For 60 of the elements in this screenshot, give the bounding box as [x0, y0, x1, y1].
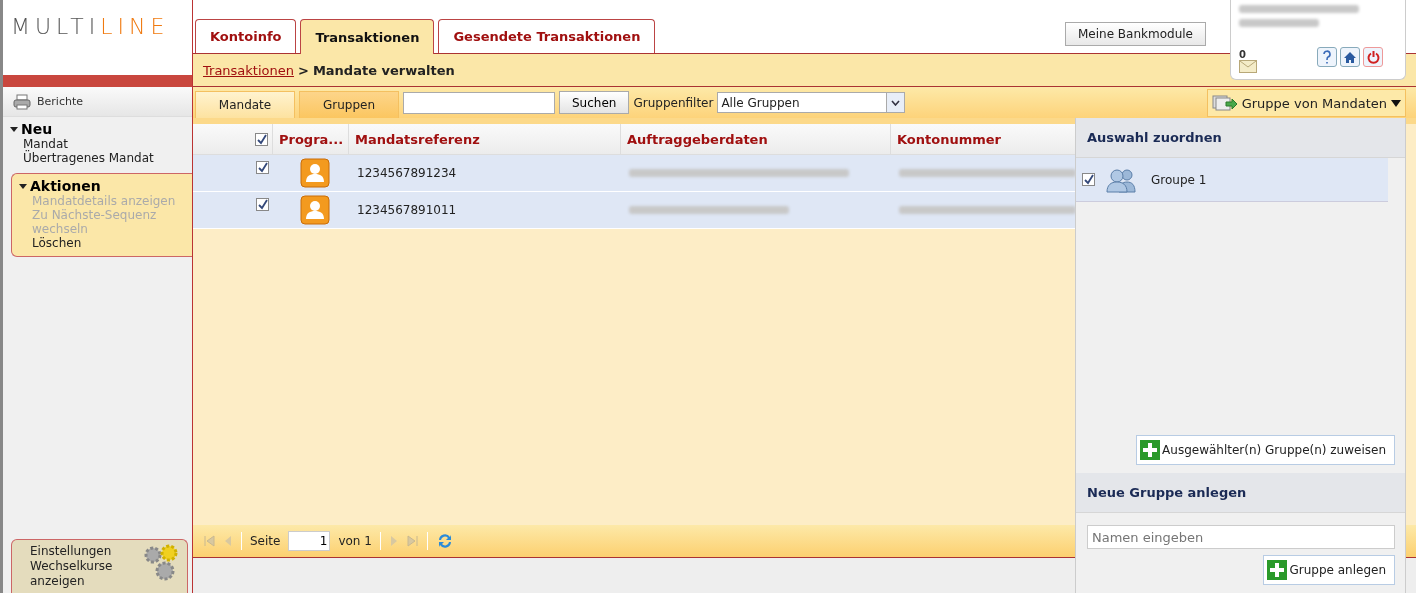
sub-tab[interactable]: Gruppen	[299, 91, 399, 118]
column-header[interactable]: Mandatsreferenz	[349, 124, 621, 155]
column-header[interactable]: Kontonummer	[891, 124, 1076, 155]
plus-icon	[1140, 440, 1161, 460]
page-field[interactable]: 1	[288, 531, 331, 551]
breadcrumb-current: Mandate verwalten	[312, 62, 455, 78]
caret-icon	[891, 99, 901, 106]
column-header[interactable]: Progra...	[273, 124, 349, 155]
bank-modules-button[interactable]: Meine Bankmodule	[1065, 22, 1206, 46]
section-title[interactable]: Aktionen	[18, 178, 186, 194]
page-count: von 1	[338, 534, 372, 548]
logout-button[interactable]	[1363, 47, 1383, 67]
plus-icon	[1267, 560, 1288, 580]
page-label: Seite	[250, 534, 281, 548]
panel-heading: Auswahl zuordnen	[1076, 118, 1405, 158]
group-menu-button[interactable]: Gruppe von Mandaten	[1206, 89, 1406, 117]
help-button[interactable]	[1317, 47, 1337, 67]
settings-link[interactable]: Wechselkurse anzeigen	[30, 559, 130, 589]
person-icon	[300, 195, 330, 225]
person-icon	[300, 158, 330, 188]
tab[interactable]: Gesendete Transaktionen	[438, 19, 656, 53]
tab[interactable]: Transaktionen	[300, 19, 435, 54]
section-title[interactable]: Neu	[9, 121, 186, 137]
create-group-button[interactable]: Gruppe anlegen	[1263, 555, 1395, 585]
caret-icon	[18, 182, 28, 190]
caret-icon	[9, 125, 19, 133]
search-field[interactable]	[403, 92, 555, 114]
filter-label: Gruppenfilter	[633, 96, 714, 110]
logo-text: MULTI LINE	[11, 14, 170, 41]
settings-link[interactable]: Einstellungen	[30, 544, 130, 559]
sidebar-item[interactable]: Löschen	[18, 236, 186, 250]
group-filter-select[interactable]: Alle Gruppen	[717, 92, 906, 113]
reports-link[interactable]: Berichte	[3, 87, 192, 117]
caret-icon	[1391, 99, 1401, 107]
panel-heading: Neue Gruppe anlegen	[1076, 473, 1405, 513]
home-button[interactable]	[1340, 47, 1360, 67]
group-name-field[interactable]: Namen eingeben	[1087, 525, 1395, 549]
sidebar-item[interactable]: Mandat	[9, 137, 179, 151]
sub-tab[interactable]: Mandate	[195, 91, 295, 118]
message-count: 0	[1239, 49, 1246, 60]
home-icon	[1344, 51, 1356, 63]
breadcrumb-separator: >	[298, 62, 309, 78]
group-item[interactable]: Groupe 1	[1076, 158, 1388, 202]
table-cell: 1234567891011	[357, 203, 457, 217]
search-button[interactable]: Suchen	[559, 91, 630, 114]
people-icon	[1105, 166, 1139, 193]
assign-groups-button[interactable]: Ausgewählter(n) Gruppe(n) zuweisen	[1136, 435, 1395, 465]
checkbox[interactable]	[255, 132, 268, 146]
tab[interactable]: Kontoinfo	[195, 19, 297, 53]
question-icon	[1322, 50, 1332, 64]
checkbox[interactable]	[256, 198, 269, 211]
cards-arrow-icon	[1211, 94, 1238, 112]
checkbox[interactable]	[1082, 173, 1095, 186]
printer-icon	[13, 93, 31, 110]
breadcrumb-link[interactable]: Transaktionen	[203, 62, 294, 78]
table-cell: 1234567891234	[357, 166, 457, 180]
checkbox[interactable]	[256, 161, 269, 174]
column-header[interactable]: Auftraggeberdaten	[621, 124, 891, 155]
sidebar-item[interactable]: Übertragenes Mandat	[9, 151, 179, 165]
power-icon	[1366, 50, 1380, 64]
